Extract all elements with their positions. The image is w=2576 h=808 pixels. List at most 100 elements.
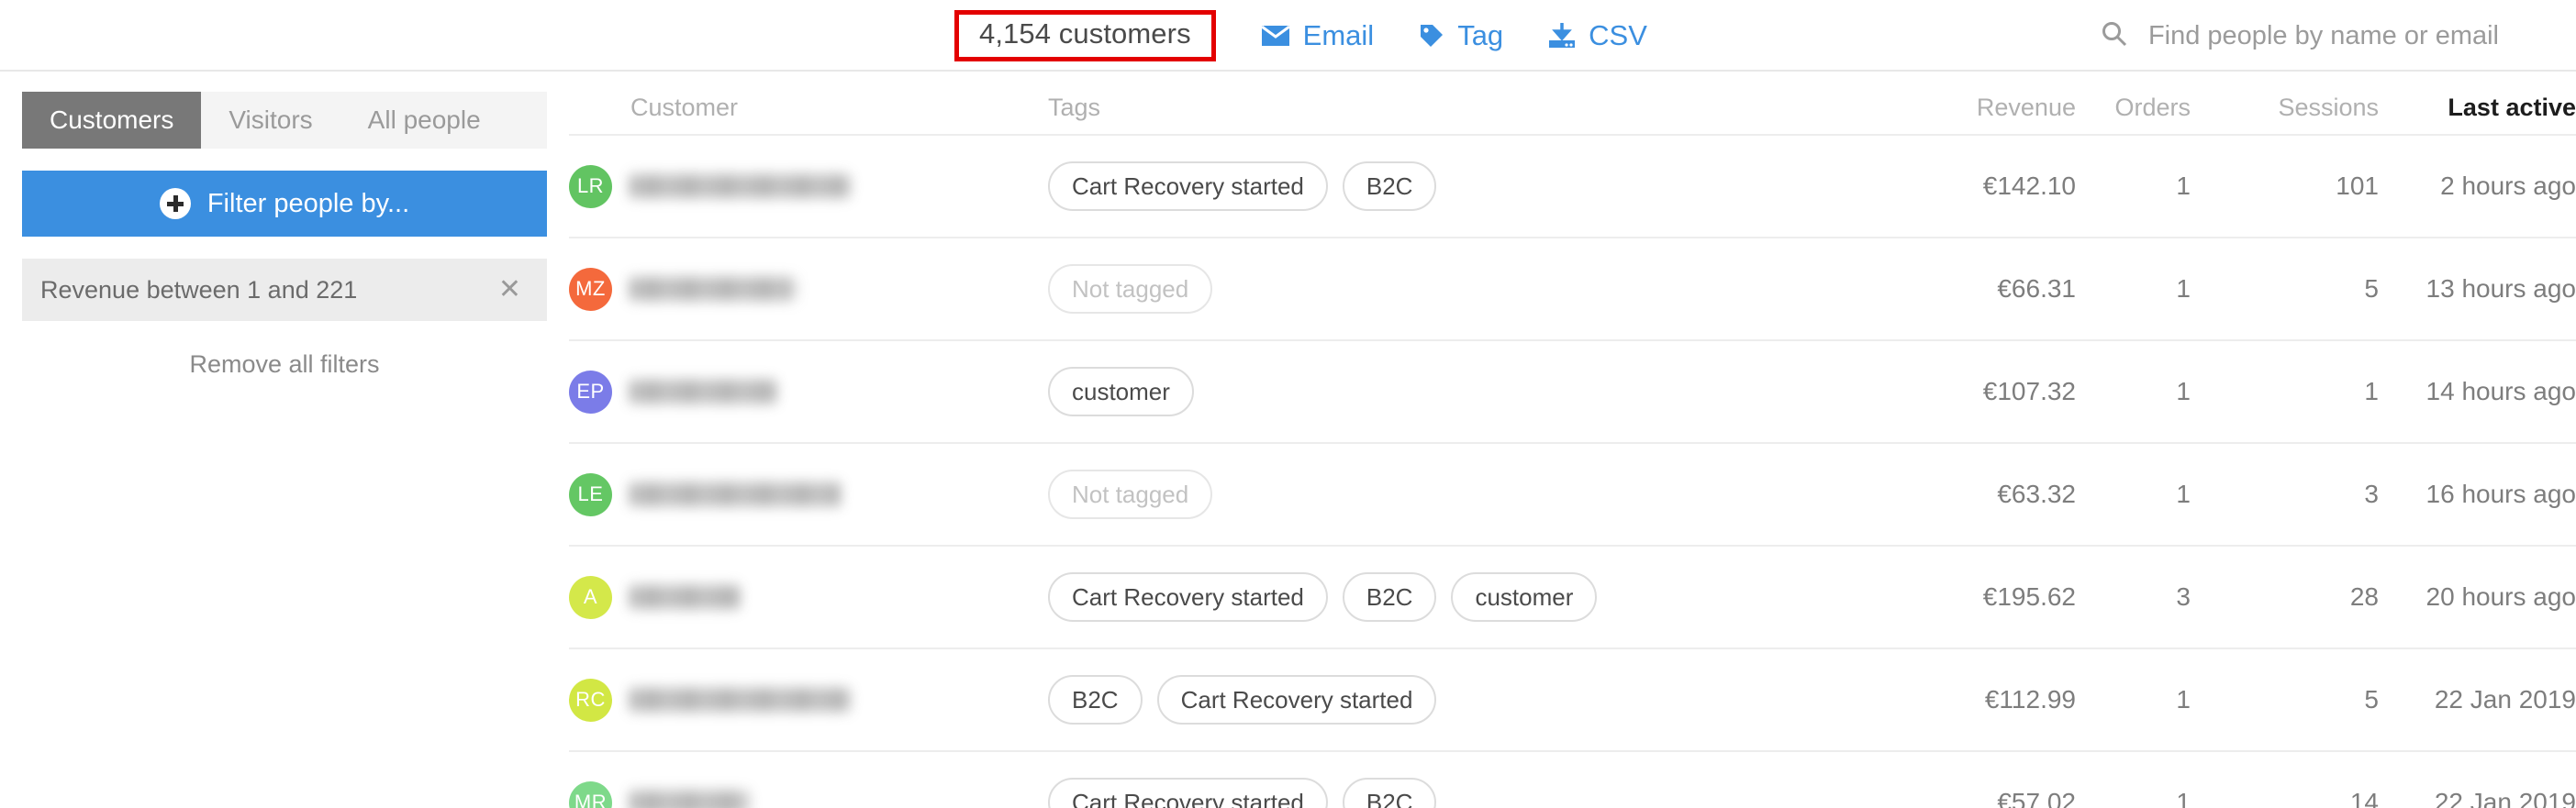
tags-cell: Cart Recovery started B2C [1048, 778, 1883, 808]
table-header-row: Customer Tags Revenue Orders Sessions La… [569, 72, 2576, 134]
avatar: EP [569, 370, 612, 414]
tag-pill-untagged[interactable]: Not tagged [1048, 264, 1213, 314]
avatar-cell: RC [569, 678, 630, 722]
tab-visitors[interactable]: Visitors [201, 92, 340, 149]
orders-cell: 1 [2176, 274, 2191, 303]
tag-pill[interactable]: Cart Recovery started [1048, 572, 1328, 622]
avatar: MR [569, 780, 612, 808]
revenue-cell: €63.32 [1997, 480, 2076, 508]
csv-action-button[interactable]: CSV [1547, 19, 1647, 52]
tag-pill[interactable]: B2C [1048, 675, 1143, 725]
email-action-button[interactable]: Email [1260, 19, 1374, 52]
tag-icon [1418, 22, 1445, 50]
search-icon [2101, 20, 2128, 52]
tag-action-label: Tag [1457, 19, 1504, 51]
sessions-cell: 1 [2364, 377, 2379, 405]
avatar-cell: EP [569, 370, 630, 414]
tab-customers-label: Customers [50, 105, 174, 134]
active-filter-revenue[interactable]: Revenue between 1 and 221 ✕ [22, 259, 547, 321]
toolbar-center-group: 4,154 customers Email Tag CSV [954, 0, 1647, 72]
last-active-cell: 22 Jan 2019 [2434, 788, 2576, 808]
avatar: RC [569, 678, 612, 722]
tab-all-people[interactable]: All people [340, 92, 508, 149]
header-last-active[interactable]: Last active [2379, 94, 2576, 122]
customer-name-cell[interactable] [630, 277, 1048, 301]
customer-name-cell[interactable] [630, 688, 1048, 712]
people-table: Customer Tags Revenue Orders Sessions La… [569, 72, 2576, 808]
customer-name-cell[interactable] [630, 380, 1048, 404]
tag-pill-untagged[interactable]: Not tagged [1048, 470, 1213, 519]
tag-pill[interactable]: customer [1048, 367, 1194, 416]
table-row[interactable]: RC B2C Cart Recovery started €112.99 1 5 22 Ja… [569, 648, 2576, 750]
customer-name-redacted [630, 380, 775, 404]
avatar: LR [569, 164, 612, 208]
table-row[interactable]: A Cart Recovery started B2C customer €195.62… [569, 545, 2576, 648]
tags-cell: Not tagged [1048, 470, 1883, 519]
customer-name-redacted [630, 585, 739, 609]
envelope-icon [1260, 24, 1291, 48]
avatar: A [569, 575, 612, 619]
avatar-cell: LE [569, 472, 630, 516]
customer-name-cell[interactable] [630, 585, 1048, 609]
tag-action-button[interactable]: Tag [1418, 19, 1503, 52]
filter-people-by-button[interactable]: Filter people by... [22, 171, 547, 237]
tag-pill[interactable]: Cart Recovery started [1156, 675, 1437, 725]
customer-name-redacted [630, 174, 849, 198]
search-input[interactable]: Find people by name or email [2148, 21, 2499, 51]
tags-cell: Not tagged [1048, 264, 1883, 314]
tags-cell: Cart Recovery started B2C [1048, 161, 1883, 211]
avatar-cell: LR [569, 164, 630, 208]
customer-name-redacted [630, 482, 840, 506]
orders-cell: 1 [2176, 377, 2191, 405]
tab-all-people-label: All people [367, 105, 481, 134]
orders-cell: 1 [2176, 788, 2191, 808]
orders-cell: 1 [2176, 480, 2191, 508]
plus-circle-icon [159, 188, 191, 219]
tab-visitors-label: Visitors [229, 105, 313, 134]
header-customer[interactable]: Customer [630, 94, 1048, 122]
customer-count-label: 4,154 customers [979, 17, 1191, 50]
header-revenue[interactable]: Revenue [1883, 94, 2076, 122]
filter-sidebar: Customers Visitors All people Filter peo… [0, 72, 569, 808]
avatar-cell: MZ [569, 267, 630, 311]
table-row[interactable]: LE Not tagged €63.32 1 3 16 hours ago [569, 442, 2576, 545]
table-row[interactable]: LR Cart Recovery started B2C €142.10 1 101 2 h… [569, 134, 2576, 237]
customer-name-cell[interactable] [630, 174, 1048, 198]
remove-all-filters-link[interactable]: Remove all filters [22, 347, 547, 379]
last-active-cell: 16 hours ago [2425, 480, 2576, 508]
revenue-cell: €142.10 [1982, 172, 2076, 200]
tab-customers[interactable]: Customers [22, 92, 202, 149]
revenue-cell: €195.62 [1982, 582, 2076, 611]
header-sessions[interactable]: Sessions [2191, 94, 2379, 122]
orders-cell: 3 [2176, 582, 2191, 611]
audience-tabs: Customers Visitors All people [22, 92, 547, 149]
table-row[interactable]: MR Cart Recovery started B2C €57.02 1 14 22 Ja… [569, 750, 2576, 808]
search-area[interactable]: Find people by name or email [2101, 0, 2499, 72]
last-active-cell: 22 Jan 2019 [2434, 685, 2576, 714]
table-body: LR Cart Recovery started B2C €142.10 1 101 2 h… [569, 134, 2576, 808]
revenue-cell: €107.32 [1982, 377, 2076, 405]
close-icon[interactable]: ✕ [495, 276, 525, 304]
filter-people-by-label: Filter people by... [206, 188, 410, 218]
header-tags[interactable]: Tags [1048, 94, 1883, 122]
tag-pill[interactable]: Cart Recovery started [1048, 161, 1328, 211]
sessions-cell: 28 [2349, 582, 2379, 611]
tags-cell: customer [1048, 367, 1883, 416]
active-filter-label: Revenue between 1 and 221 [40, 275, 358, 304]
customer-name-cell[interactable] [630, 482, 1048, 506]
table-row[interactable]: MZ Not tagged €66.31 1 5 13 hours ago [569, 237, 2576, 339]
customer-name-cell[interactable] [630, 791, 1048, 808]
sessions-cell: 3 [2364, 480, 2379, 508]
tag-pill[interactable]: B2C [1342, 161, 1437, 211]
tag-pill[interactable]: Cart Recovery started [1048, 778, 1328, 808]
remove-all-filters-label: Remove all filters [189, 350, 380, 378]
last-active-cell: 13 hours ago [2425, 274, 2576, 303]
table-row[interactable]: EP customer €107.32 1 1 14 hours ago [569, 339, 2576, 442]
top-toolbar: 4,154 customers Email Tag CSV Find peopl… [0, 0, 2576, 72]
last-active-cell: 2 hours ago [2440, 172, 2576, 200]
header-orders[interactable]: Orders [2076, 94, 2191, 122]
orders-cell: 1 [2176, 172, 2191, 200]
tag-pill[interactable]: customer [1451, 572, 1598, 622]
tag-pill[interactable]: B2C [1342, 778, 1437, 808]
tag-pill[interactable]: B2C [1342, 572, 1437, 622]
